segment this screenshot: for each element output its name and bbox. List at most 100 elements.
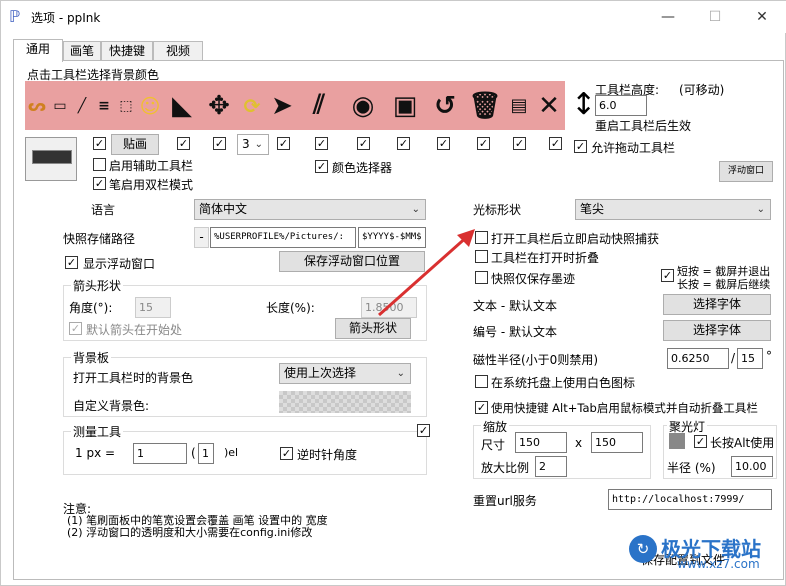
chevron-down-icon: ⌄ — [254, 139, 263, 150]
eye-icon[interactable]: ◉ — [341, 81, 385, 130]
title-bar: ℙ 选项 - ppInk — ☐ ✕ — [1, 1, 786, 33]
pen-dual-checkbox[interactable]: ✓ — [93, 177, 106, 190]
url-input[interactable]: http://localhost:7999/ — [608, 489, 772, 510]
eraser-icon[interactable]: ◣ — [163, 81, 201, 130]
checkbox-10[interactable]: ✓ — [513, 137, 526, 150]
toolbar-height-input[interactable]: 6.0 — [595, 95, 647, 116]
camera-icon[interactable]: ▣ — [385, 81, 425, 130]
lasso-icon[interactable]: ᔕ — [25, 81, 49, 130]
length-label: 长度(%): — [266, 301, 315, 315]
zoom-ratio-input[interactable]: 2 — [535, 456, 567, 477]
enable-aux-checkbox[interactable] — [93, 158, 106, 171]
pen-preview[interactable] — [25, 137, 77, 181]
pointer-icon[interactable]: ➤ — [267, 81, 297, 130]
language-value: 简体中文 — [199, 202, 248, 216]
maximize-button[interactable]: ☐ — [692, 3, 738, 31]
color-picker-label: 颜色选择器 — [332, 161, 393, 175]
custom-bg-swatch[interactable] — [279, 391, 411, 413]
float-window-button[interactable]: 浮动窗口 — [719, 161, 773, 182]
close-x-icon[interactable]: ✕ — [533, 81, 565, 130]
save-icon[interactable]: ▤ — [505, 81, 533, 130]
open-bg-label: 打开工具栏时的背景色 — [73, 371, 194, 385]
ccw-checkbox[interactable]: ✓ — [280, 447, 293, 460]
alt-tab-checkbox[interactable]: ✓ — [475, 401, 488, 414]
movable-label: (可移动) — [679, 83, 725, 97]
measure-checkbox[interactable]: ✓ — [417, 424, 430, 437]
checkbox-3[interactable]: ✓ — [213, 137, 226, 150]
chevron-down-icon: ⌄ — [411, 204, 420, 215]
checkbox-11[interactable]: ✓ — [549, 137, 562, 150]
allow-drag-label: 允许拖动工具栏 — [591, 141, 676, 155]
magnet-input[interactable]: 0.6250 — [667, 348, 729, 369]
checkbox-7[interactable]: ✓ — [397, 137, 410, 150]
long-press-label: 长按 = 截屏后继续 — [677, 278, 771, 291]
px-input[interactable]: 1 — [133, 443, 187, 464]
watermark-logo-icon: ↻ — [629, 535, 657, 563]
checkbox-8[interactable]: ✓ — [437, 137, 450, 150]
rectangle-icon[interactable]: ▭ — [49, 81, 71, 130]
close-button[interactable]: ✕ — [739, 3, 785, 31]
degree-symbol: ° — [766, 349, 772, 363]
minimize-button[interactable]: — — [645, 3, 691, 31]
options-window: ℙ 选项 - ppInk — ☐ ✕ 通用 画笔 快捷键 视频 点击工具栏选择背… — [0, 0, 786, 586]
angle-input[interactable]: 15 — [135, 297, 171, 318]
notes-line2: (2) 浮动窗口的透明度和大小需要在config.ini修改 — [67, 526, 313, 539]
tray-white-checkbox[interactable] — [475, 375, 488, 388]
annotation-arrow-icon — [378, 229, 475, 317]
magnet-deg-input[interactable]: 15 — [737, 348, 763, 369]
default-start-checkbox[interactable]: ✓ — [69, 322, 82, 335]
show-float-checkbox[interactable]: ✓ — [65, 256, 78, 269]
num-font-label: 编号 - 默认文本 — [473, 325, 557, 339]
spotlight-color-swatch[interactable] — [669, 433, 685, 449]
arrow-group-label: 箭头形状 — [71, 277, 124, 294]
text-icon[interactable]: ≡ — [93, 81, 115, 130]
text-font-label: 文本 - 默认文本 — [473, 299, 557, 313]
tab-video[interactable]: 视频 — [153, 41, 203, 61]
toolbar-preview[interactable]: ᔕ ▭ ╱ ≡ ⬚ ☺ ◣ ✥ ⟳ ➤ ⫽ ◉ ▣ ↺ 🗑 ▤ ✕ — [25, 81, 565, 130]
zoom-group-label: 缩放 — [481, 418, 510, 435]
smile-icon[interactable]: ☺ — [137, 81, 163, 130]
cursor-select[interactable]: 笔尖 ⌄ — [575, 199, 771, 220]
count-select-value: 3 — [242, 137, 250, 151]
tab-shortcuts[interactable]: 快捷键 — [101, 41, 153, 61]
press-checkbox[interactable]: ✓ — [661, 269, 674, 282]
checkbox-5[interactable]: ✓ — [315, 137, 328, 150]
allow-drag-checkbox[interactable]: ✓ — [574, 140, 587, 153]
long-alt-checkbox[interactable]: ✓ — [694, 435, 707, 448]
open-bg-select[interactable]: 使用上次选择 ⌄ — [279, 363, 411, 384]
tab-pen[interactable]: 画笔 — [63, 41, 101, 61]
checkbox-4[interactable]: ✓ — [277, 137, 290, 150]
count-select[interactable]: 3 ⌄ — [237, 134, 269, 155]
move-icon[interactable]: ✥ — [201, 81, 237, 130]
undo-icon[interactable]: ↺ — [425, 81, 465, 130]
app-logo-icon: ℙ — [9, 7, 21, 26]
show-float-label: 显示浮动窗口 — [83, 257, 156, 271]
color-picker-checkbox[interactable]: ✓ — [315, 160, 328, 173]
custom-bg-label: 自定义背景色: — [73, 399, 150, 413]
zoom-width-input[interactable]: 150 — [515, 432, 567, 453]
checkbox-9[interactable]: ✓ — [477, 137, 490, 150]
checkbox-2[interactable]: ✓ — [177, 137, 190, 150]
checkbox-6[interactable]: ✓ — [357, 137, 370, 150]
language-select[interactable]: 简体中文 ⌄ — [194, 199, 426, 220]
spotlight-radius-label: 半径 (%) — [667, 461, 716, 475]
unit-num-input[interactable]: 1 — [198, 443, 214, 464]
magic-icon[interactable]: ⟳ — [237, 81, 267, 130]
trash-icon[interactable]: 🗑 — [465, 81, 505, 130]
chart-icon[interactable]: ⬚ — [115, 81, 137, 130]
text-font-button[interactable]: 选择字体 — [663, 294, 771, 315]
tab-general[interactable]: 通用 — [13, 39, 63, 62]
chevron-down-icon: ⌄ — [756, 204, 765, 215]
language-label: 语言 — [91, 203, 116, 217]
paste-button[interactable]: 贴画 — [111, 134, 159, 155]
num-font-button[interactable]: 选择字体 — [663, 320, 771, 341]
pen-lines-icon[interactable]: ⫽ — [297, 81, 341, 130]
snap-on-open-label: 打开工具栏后立即启动快照捕获 — [491, 232, 660, 246]
line-icon[interactable]: ╱ — [71, 81, 93, 130]
spotlight-radius-input[interactable]: 10.00 — [731, 456, 773, 477]
checkbox-1[interactable]: ✓ — [93, 137, 106, 150]
snapshot-path-input[interactable]: %USERPROFILE%/Pictures/: — [210, 227, 356, 248]
browse-button[interactable]: - — [194, 227, 209, 248]
unit-input[interactable]: )el — [221, 443, 255, 464]
zoom-height-input[interactable]: 150 — [591, 432, 643, 453]
